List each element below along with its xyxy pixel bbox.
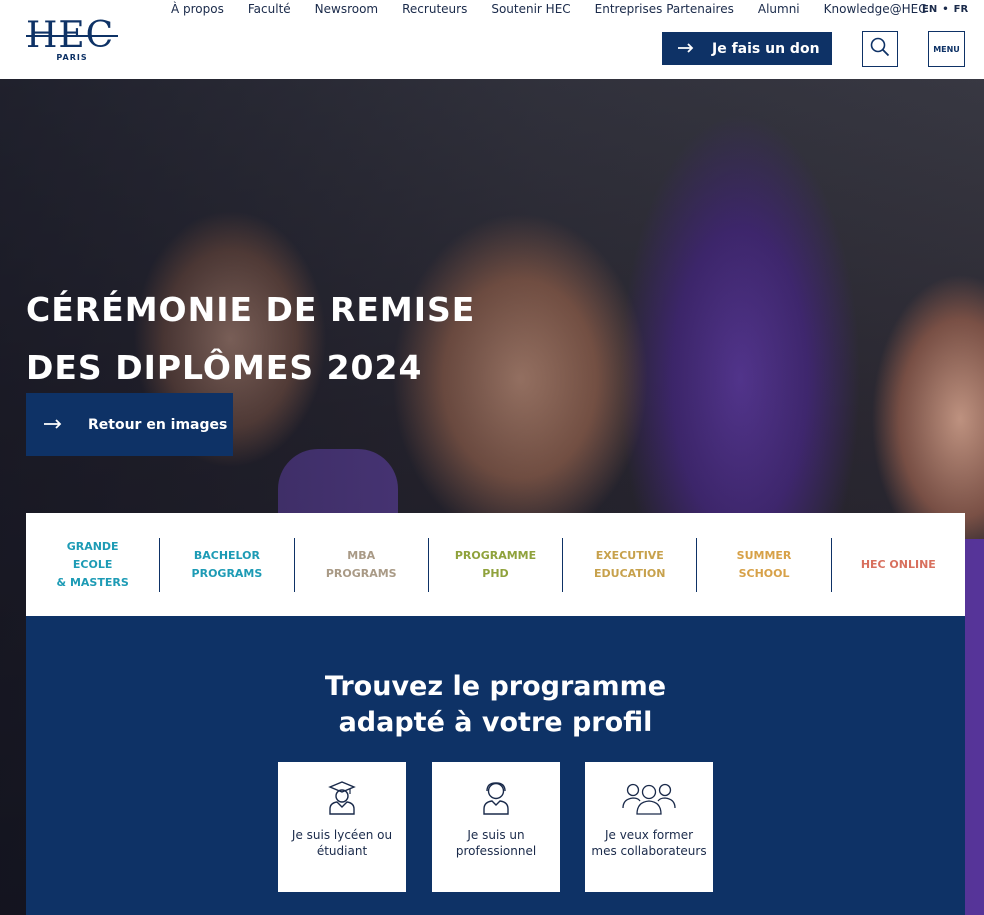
program-executive-education[interactable]: EXECUTIVE EDUCATION	[563, 537, 698, 592]
topnav-newsroom[interactable]: Newsroom	[315, 2, 378, 16]
program-label-line: SCHOOL	[738, 566, 790, 580]
program-label-line: BACHELOR	[193, 548, 260, 562]
program-categories: GRANDE ECOLE & MASTERS BACHELOR PROGRAMS MB…	[26, 513, 965, 616]
finder-title: Trouvez le programme adapté à votre prof…	[26, 669, 965, 741]
lang-separator: •	[942, 4, 949, 15]
program-mba[interactable]: MBA PROGRAMS	[295, 537, 429, 592]
program-label-line: GRANDE	[66, 539, 119, 553]
topnav-soutenir-hec[interactable]: Soutenir HEC	[491, 2, 570, 16]
program-label-line: HEC ONLINE	[860, 557, 936, 571]
profile-card-student[interactable]: Je suis lycéen ou étudiant	[278, 762, 406, 892]
program-finder: Trouvez le programme adapté à votre prof…	[26, 616, 965, 915]
profile-card-label: Je suis un professionnel	[455, 828, 537, 858]
finder-title-line: adapté à votre profil	[338, 707, 653, 738]
lang-fr-link[interactable]: FR	[954, 4, 969, 15]
program-label-line: & MASTERS	[56, 575, 129, 589]
program-label-line: PROGRAMME	[454, 548, 537, 562]
site-header: HEC PARIS À propos Faculté Newsroom Recr…	[0, 0, 984, 79]
finder-title-line: Trouvez le programme	[324, 671, 667, 702]
hero-title-line: CÉRÉMONIE DE REMISE	[26, 290, 476, 329]
program-label-line: MBA	[347, 548, 376, 562]
program-grande-ecole[interactable]: GRANDE ECOLE & MASTERS	[26, 537, 161, 592]
topnav-faculte[interactable]: Faculté	[248, 2, 291, 16]
topnav-entreprises-partenaires[interactable]: Entreprises Partenaires	[595, 2, 734, 16]
program-label-line: EXECUTIVE	[595, 548, 664, 562]
arrow-right-icon	[44, 417, 62, 433]
logo-subtitle: PARIS	[56, 53, 88, 62]
hero-title: CÉRÉMONIE DE REMISE DES DIPLÔMES 2024	[26, 281, 475, 397]
topnav-recruteurs[interactable]: Recruteurs	[402, 2, 467, 16]
language-switcher: EN • FR	[922, 4, 968, 15]
donate-label: Je fais un don	[712, 40, 820, 57]
topnav-knowledge-hec[interactable]: Knowledge@HEC	[824, 2, 927, 16]
retour-en-images-button[interactable]: Retour en images	[26, 393, 233, 456]
hec-logo[interactable]: HEC PARIS	[26, 18, 118, 66]
hero-title-line: DES DIPLÔMES 2024	[26, 348, 423, 387]
profile-card-label: Je veux former mes collaborateurs	[591, 828, 707, 858]
profile-card-team[interactable]: Je veux former mes collaborateurs	[585, 762, 713, 892]
program-summer-school[interactable]: SUMMER SCHOOL	[697, 537, 832, 592]
profile-card-label: Je suis lycéen ou étudiant	[291, 828, 393, 858]
program-label-line: SUMMER	[736, 548, 792, 562]
menu-button[interactable]: MENU	[928, 31, 965, 67]
program-hec-online[interactable]: HEC ONLINE	[832, 538, 965, 592]
program-label-line: PHD	[482, 566, 509, 580]
program-label-line: PROGRAMS	[191, 566, 263, 580]
profile-card-professional[interactable]: Je suis un professionnel	[432, 762, 560, 892]
topnav-alumni[interactable]: Alumni	[758, 2, 800, 16]
donate-button[interactable]: Je fais un don	[662, 32, 832, 65]
program-phd[interactable]: PROGRAMME PHD	[429, 537, 564, 592]
search-icon	[870, 37, 890, 61]
program-label-line: PROGRAMS	[325, 566, 397, 580]
logo-text: HEC	[26, 15, 115, 56]
lang-en-link[interactable]: EN	[922, 4, 937, 15]
retour-label: Retour en images	[88, 416, 228, 433]
search-button[interactable]	[862, 31, 898, 67]
hero-banner: CÉRÉMONIE DE REMISE DES DIPLÔMES 2024 Re…	[0, 79, 984, 915]
topnav-a-propos[interactable]: À propos	[171, 2, 224, 16]
program-label-line: ECOLE	[72, 557, 113, 571]
top-navigation: À propos Faculté Newsroom Recruteurs Sou…	[159, 2, 939, 16]
arrow-right-icon	[678, 41, 694, 57]
program-bachelor[interactable]: BACHELOR PROGRAMS	[160, 537, 295, 592]
program-label-line: EDUCATION	[594, 566, 666, 580]
